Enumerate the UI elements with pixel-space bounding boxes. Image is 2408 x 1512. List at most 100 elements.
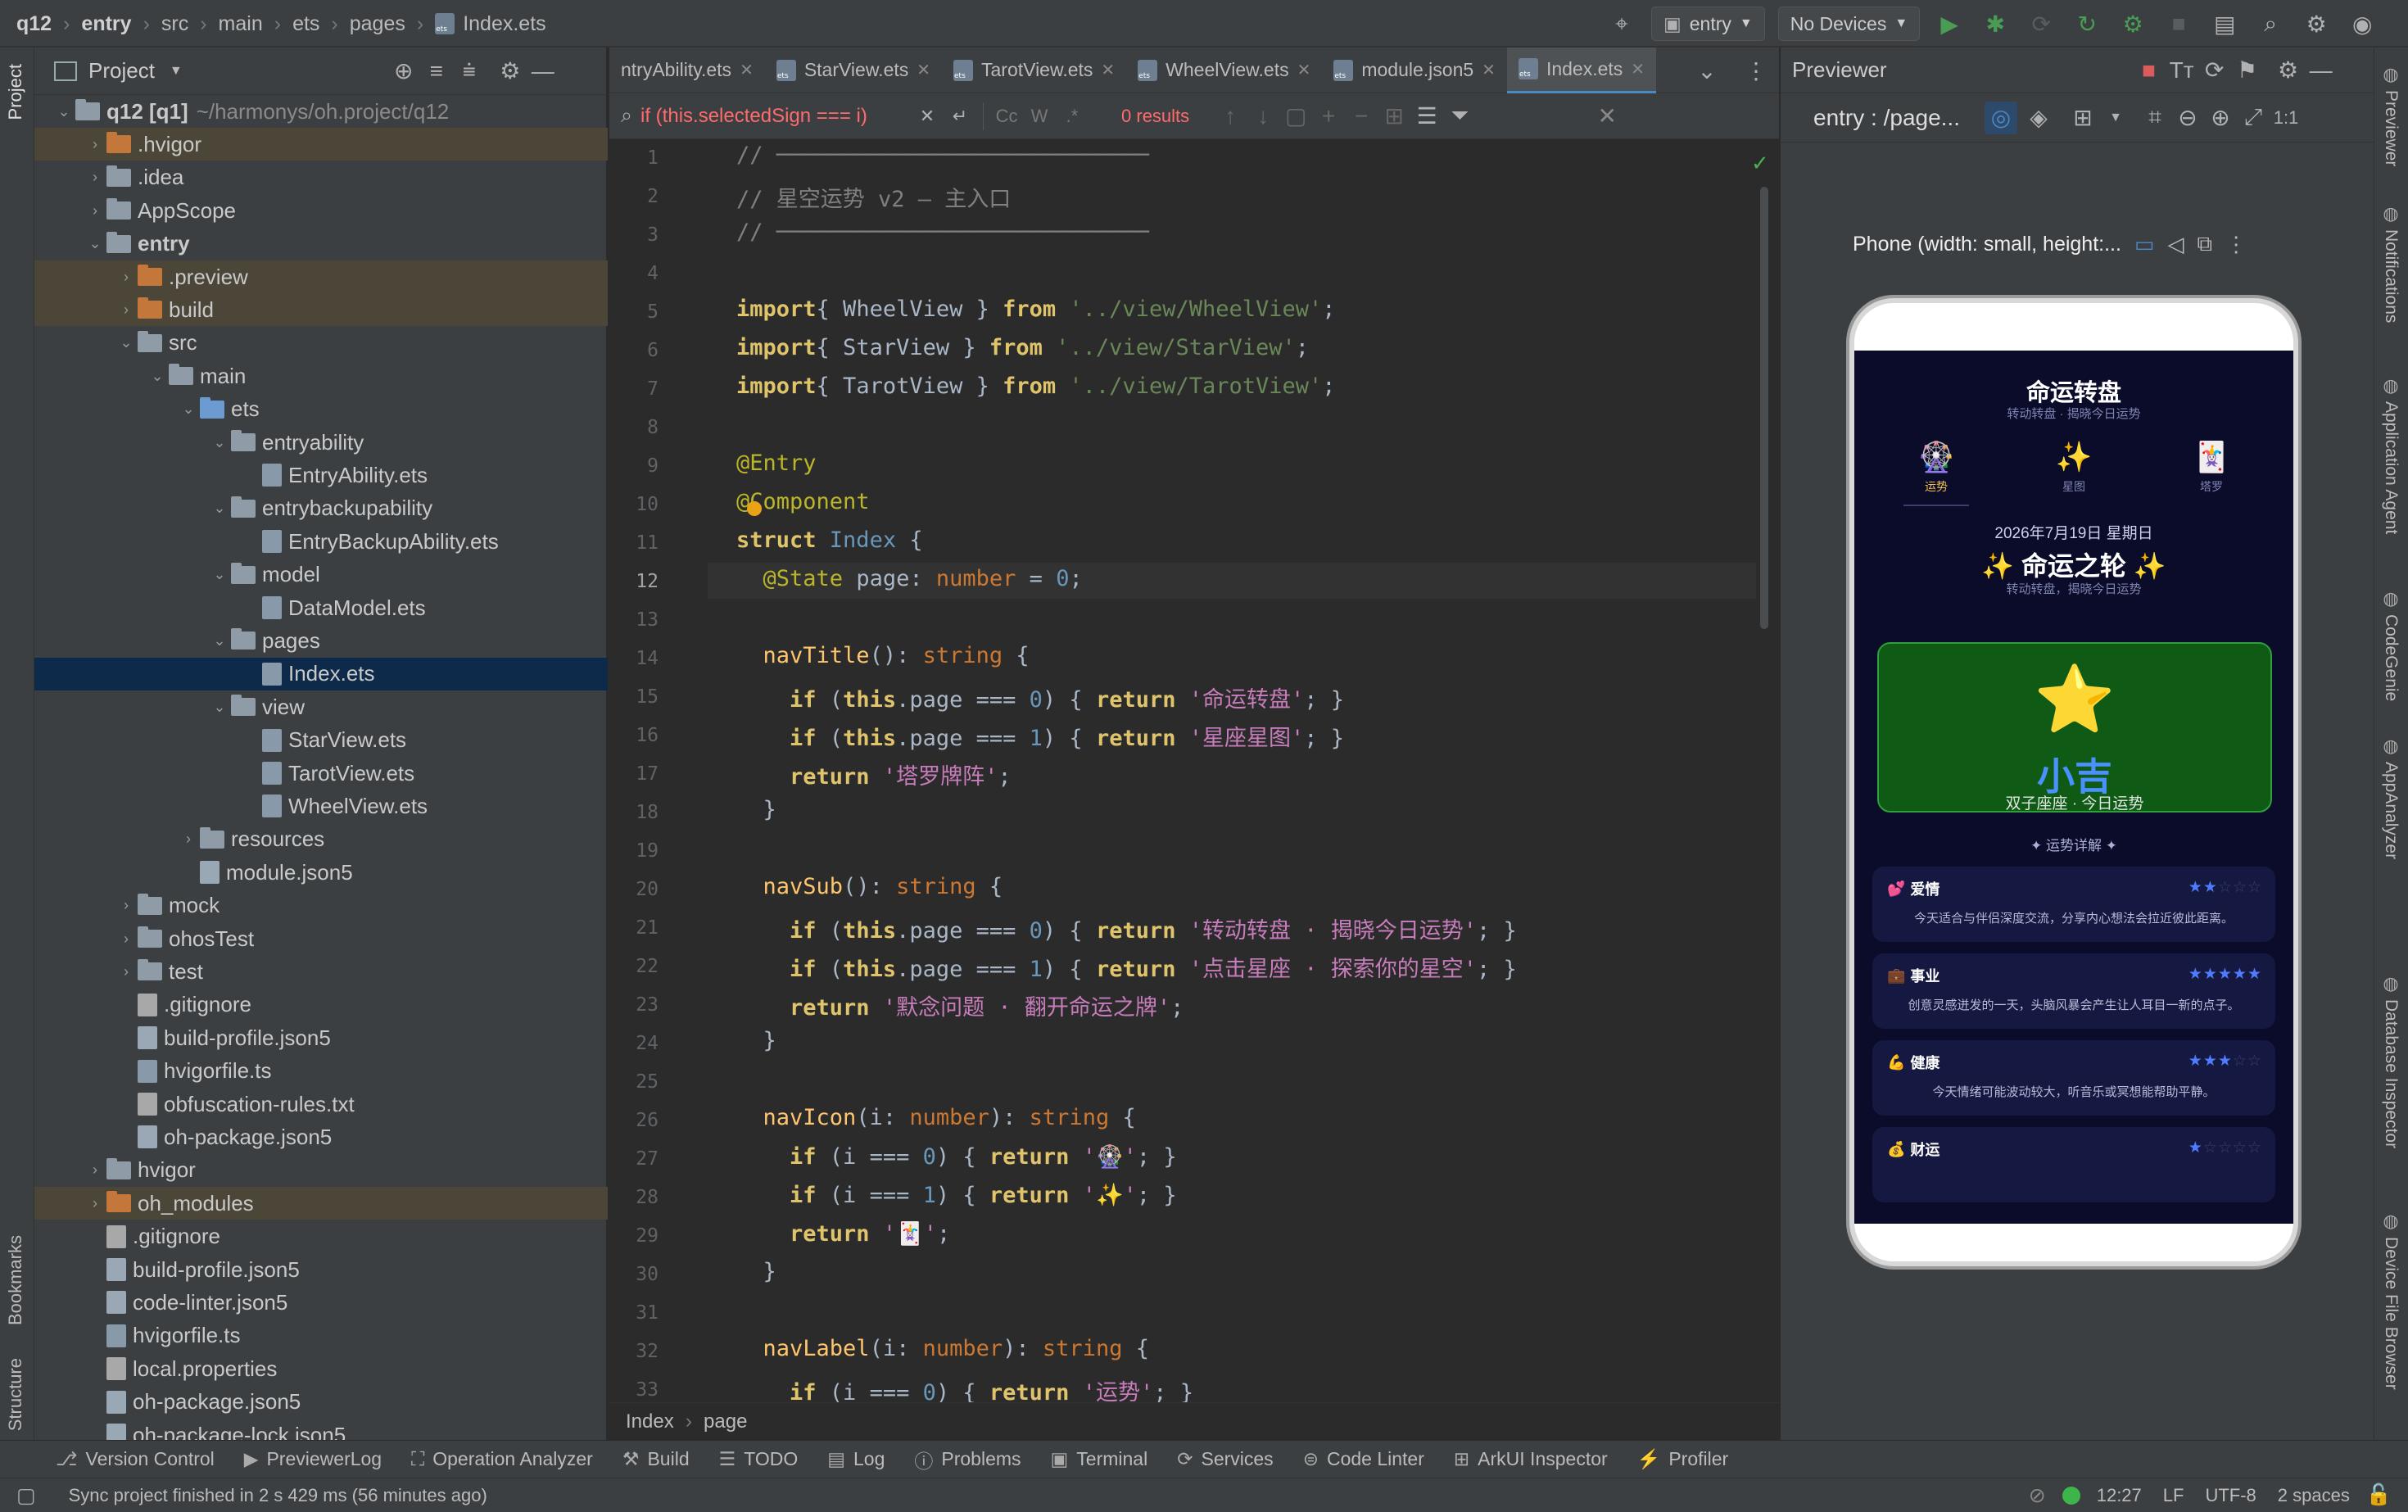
tool-window-button[interactable]: ⓘ Problems xyxy=(899,1441,1035,1478)
find-input[interactable] xyxy=(640,104,912,128)
more-icon[interactable]: ⋮ xyxy=(1740,54,1772,87)
hide-icon[interactable]: — xyxy=(527,55,559,88)
editor-tab[interactable]: module.json5 ✕ xyxy=(1322,48,1507,93)
regex-toggle[interactable]: .* xyxy=(1056,100,1089,133)
tree-item[interactable]: ⌄ src xyxy=(34,327,608,360)
tree-item[interactable]: ⌄ q12 [q1] ~/harmonys/oh.project/q12 xyxy=(34,95,608,128)
next-occurrence-icon[interactable]: ↓ xyxy=(1247,100,1279,133)
tree-item[interactable]: local.properties xyxy=(34,1352,608,1385)
tree-item[interactable]: EntryBackupAbility.ets xyxy=(34,525,608,558)
device-manager-icon[interactable]: ▤ xyxy=(2208,7,2241,40)
device-label[interactable]: Phone (width: small, height:... xyxy=(1853,233,2121,256)
chevron-right-icon[interactable]: › xyxy=(115,301,138,319)
fortune-detail-card[interactable]: 💼 事业 ★★★★★ 创意灵感迸发的一天，头脑风暴会产生让人耳目一新的点子。 xyxy=(1872,953,2275,1029)
multi-device-icon[interactable]: ⧉ xyxy=(2198,231,2213,257)
tool-window-button[interactable]: ▤ Log xyxy=(812,1441,899,1478)
vertical-scrollbar[interactable] xyxy=(1760,187,1768,629)
attach-debugger-icon[interactable]: ⟳ xyxy=(2025,7,2057,40)
breadcrumb-item[interactable]: main xyxy=(219,12,263,36)
chevron-down-icon[interactable]: ▼ xyxy=(2099,102,2132,134)
stop-icon[interactable]: ■ xyxy=(2133,54,2166,87)
close-find-icon[interactable]: ✕ xyxy=(1591,100,1623,133)
fortune-detail-card[interactable]: 💕 爱情 ★★☆☆☆ 今天适合与伴侣深度交流，分享内心想法会拉近彼此距离。 xyxy=(1872,867,2275,942)
tree-item[interactable]: oh-package.json5 xyxy=(34,1386,608,1419)
tree-item[interactable]: obfuscation-rules.txt xyxy=(34,1088,608,1120)
bookmarks-tool-button[interactable]: Bookmarks xyxy=(5,1235,26,1331)
inspection-ok-icon[interactable]: ✓ xyxy=(1751,151,1769,176)
tree-item[interactable]: DataModel.ets xyxy=(34,591,608,624)
tool-window-button[interactable]: ⚒ Build xyxy=(608,1441,704,1478)
zoom-out-icon[interactable]: ⊖ xyxy=(2171,102,2204,134)
grid-icon[interactable]: ⊞ xyxy=(2066,102,2099,134)
chevron-right-icon[interactable]: › xyxy=(84,136,106,153)
app-preview[interactable]: 命运转盘 转动转盘 · 揭晓今日运势 🎡 运势 ✨ 星图 🃏 塔罗 2026年7月19日 … xyxy=(1854,351,2293,1224)
tree-item[interactable]: › AppScope xyxy=(34,194,608,227)
close-icon[interactable]: ✕ xyxy=(1297,60,1311,80)
chevron-down-icon[interactable]: ⌄ xyxy=(208,699,231,716)
tree-item[interactable]: › hvigor xyxy=(34,1154,608,1187)
tree-item[interactable]: › .idea xyxy=(34,161,608,194)
chevron-down-icon[interactable]: ⌄ xyxy=(177,401,200,418)
tree-item[interactable]: code-linter.json5 xyxy=(34,1286,608,1319)
tree-item[interactable]: Index.ets xyxy=(34,657,608,690)
chevron-right-icon[interactable]: › xyxy=(177,831,200,848)
run-icon[interactable]: ▶ xyxy=(1933,7,1966,40)
cursor-position[interactable]: 12:27 xyxy=(2097,1485,2142,1506)
more-icon[interactable]: ⋮ xyxy=(2225,232,2247,257)
layers-icon[interactable]: ◈ xyxy=(2022,102,2055,134)
tool-window-button[interactable]: ▶ PreviewerLog xyxy=(229,1441,396,1478)
chevron-right-icon[interactable]: › xyxy=(115,930,138,948)
tree-item[interactable]: oh-package.json5 xyxy=(34,1120,608,1153)
search-icon[interactable]: ⌕ xyxy=(2254,7,2287,40)
fit-icon[interactable]: ⤢ xyxy=(2237,102,2270,134)
breadcrumb-item[interactable]: Index xyxy=(626,1410,674,1433)
run-config-dropdown[interactable]: ▣ entry ▼ xyxy=(1651,7,1765,41)
close-icon[interactable]: ✕ xyxy=(917,60,930,80)
locate-icon[interactable]: ⊕ xyxy=(387,55,420,88)
chevron-down-icon[interactable]: ⌄ xyxy=(208,566,231,583)
tree-item[interactable]: build-profile.json5 xyxy=(34,1253,608,1286)
add-selection-icon[interactable]: + xyxy=(1312,100,1345,133)
zoom-in-icon[interactable]: ⊕ xyxy=(2204,102,2237,134)
tree-item[interactable]: build-profile.json5 xyxy=(34,1021,608,1054)
fortune-detail-card[interactable]: 💰 财运 ★☆☆☆☆ xyxy=(1872,1127,2275,1202)
expand-all-icon[interactable]: ≡ xyxy=(420,55,453,88)
apply-changes-icon[interactable]: ↻ xyxy=(2071,7,2103,40)
close-icon[interactable]: ✕ xyxy=(1101,60,1115,80)
breadcrumb-item[interactable]: page xyxy=(704,1410,747,1433)
refresh-icon[interactable]: ⟳ xyxy=(2198,54,2231,87)
structure-tool-button[interactable]: Structure xyxy=(5,1358,26,1437)
right-tool-button[interactable]: ◍ Previewer xyxy=(2381,64,2401,172)
fortune-detail-card[interactable]: 💪 健康 ★★★☆☆ 今天情绪可能波动较大，听音乐或冥想能帮助平静。 xyxy=(1872,1040,2275,1116)
editor-tab[interactable]: StarView.ets ✕ xyxy=(765,48,942,93)
breadcrumb-item[interactable]: entry xyxy=(81,12,131,36)
file-encoding[interactable]: UTF-8 xyxy=(2205,1485,2256,1506)
chevron-down-icon[interactable]: ⌄ xyxy=(1691,54,1723,87)
tree-item[interactable]: › ohosTest xyxy=(34,922,608,955)
debug-icon[interactable]: ✱ xyxy=(1979,7,2012,40)
clear-icon[interactable]: ✕ xyxy=(911,100,944,133)
tree-item[interactable]: › oh_modules xyxy=(34,1187,608,1220)
tablet-icon[interactable]: ▭ xyxy=(2134,232,2155,257)
tool-window-button[interactable]: ⊜ Code Linter xyxy=(1288,1441,1439,1478)
project-tool-button[interactable]: Project xyxy=(5,64,26,125)
breadcrumb-item[interactable]: q12 xyxy=(16,12,52,36)
select-all-icon[interactable]: ⊞ xyxy=(1378,100,1410,133)
new-line-icon[interactable]: ↵ xyxy=(944,100,976,133)
chevron-right-icon[interactable]: › xyxy=(84,202,106,220)
device-dropdown[interactable]: No Devices ▼ xyxy=(1777,7,1921,41)
status-message[interactable]: Sync project finished in 2 s 429 ms (56 … xyxy=(69,1485,487,1506)
tree-item[interactable]: EntryAbility.ets xyxy=(34,459,608,491)
match-case-toggle[interactable]: Cc xyxy=(990,100,1023,133)
tree-item[interactable]: ⌄ pages xyxy=(34,624,608,657)
rotate-icon[interactable]: ◁ xyxy=(2168,232,2184,257)
right-tool-button[interactable]: ◍ CodeGenie xyxy=(2381,588,2401,707)
tool-window-button[interactable]: ▣ Terminal xyxy=(1036,1441,1163,1478)
tree-item[interactable]: ⌄ model xyxy=(34,559,608,591)
collapse-all-icon[interactable]: ⩧ xyxy=(453,55,486,88)
tree-item[interactable]: › build xyxy=(34,293,608,327)
editor-tab[interactable]: WheelView.ets ✕ xyxy=(1126,48,1322,93)
chevron-down-icon[interactable]: ⌄ xyxy=(208,500,231,517)
tree-item[interactable]: .gitignore xyxy=(34,989,608,1021)
line-separator[interactable]: LF xyxy=(2163,1485,2184,1506)
